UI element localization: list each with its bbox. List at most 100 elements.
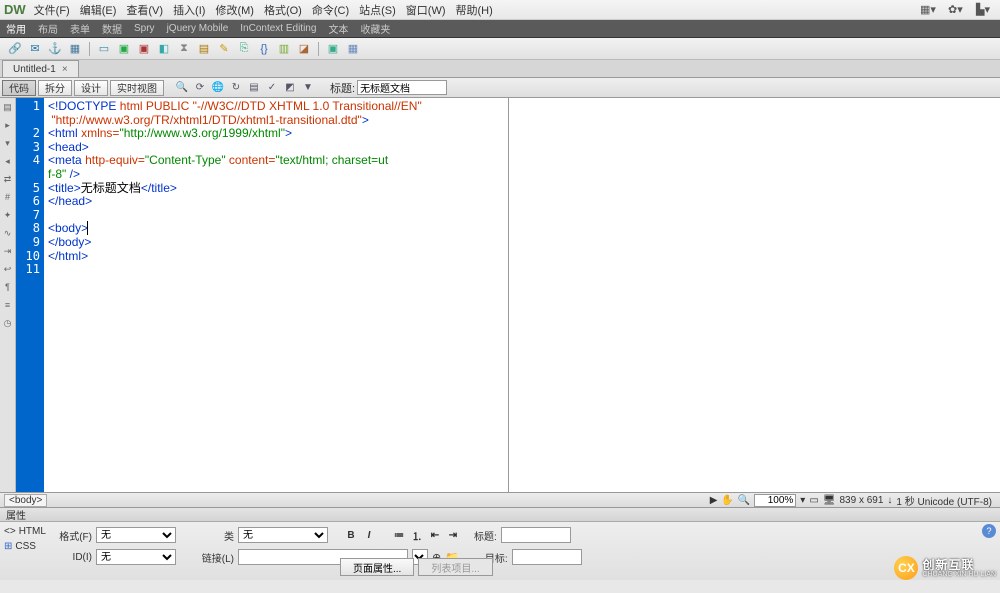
cat-layout[interactable]: 布局 [38,21,58,36]
hand-icon[interactable]: ✋ [721,495,733,506]
download-size-icon[interactable]: ↓ [887,495,892,506]
expand-icon[interactable]: ▾ [2,138,14,150]
css-icon: ⊞ [4,541,12,552]
window-size-icon[interactable]: ▭ [809,495,818,506]
id-select[interactable]: 无 [96,549,176,565]
balance-icon[interactable]: ⇄ [2,174,14,186]
collapse-icon[interactable]: ▸ [2,120,14,132]
page-title-input[interactable] [357,80,447,95]
div-icon[interactable]: ▭ [95,41,113,57]
outdent-icon[interactable]: ⇤ [428,528,442,542]
help-icon[interactable]: ? [982,524,996,538]
browser-icon[interactable]: 🌐 [210,80,226,96]
cat-spry[interactable]: Spry [134,23,155,34]
class-select[interactable]: 无 [238,527,328,543]
menu-help[interactable]: 帮助(H) [456,2,493,18]
email-icon[interactable]: ✉ [26,41,44,57]
app-logo: DW [4,2,26,17]
tag-crumb-body[interactable]: <body> [4,494,47,507]
file-mgmt-icon[interactable]: ▤ [246,80,262,96]
page-properties-button[interactable]: 页面属性... [340,558,414,576]
menu-modify[interactable]: 修改(M) [215,2,254,18]
menu-view[interactable]: 查看(V) [126,2,163,18]
properties-header[interactable]: 属性 [0,508,1000,522]
layout-picker-icon[interactable]: ▦▾ [920,3,934,16]
extend-icon[interactable]: ▙▾ [976,3,990,16]
word-wrap-icon[interactable]: ↩ [2,264,14,276]
view-split-button[interactable]: 拆分 [38,80,72,96]
menu-edit[interactable]: 编辑(E) [80,2,117,18]
close-icon[interactable]: × [62,64,68,75]
cat-forms[interactable]: 表单 [70,21,90,36]
visual-aids-icon[interactable]: ◩ [282,80,298,96]
template-icon[interactable]: ▥ [275,41,293,57]
tag-icon[interactable]: ◪ [295,41,313,57]
italic-icon[interactable]: I [362,528,376,542]
indent-icon[interactable]: ⇥ [446,528,460,542]
menu-insert[interactable]: 插入(I) [173,2,205,18]
comment-icon[interactable]: ✎ [215,41,233,57]
cat-ice[interactable]: InContext Editing [240,23,316,34]
menu-site[interactable]: 站点(S) [359,2,396,18]
cat-text[interactable]: 文本 [328,21,348,36]
screen-icon[interactable]: 🖥 [823,495,836,506]
zoom-input[interactable] [754,494,796,507]
auto-indent-icon[interactable]: ⇥ [2,246,14,258]
format-select[interactable]: 无 [96,527,176,543]
live-code-icon[interactable]: ⟳ [192,80,208,96]
open-docs-icon[interactable]: ▤ [2,102,14,114]
cat-common[interactable]: 常用 [6,21,26,36]
more-icon[interactable]: ▣ [324,41,342,57]
cat-jquery[interactable]: jQuery Mobile [167,23,229,34]
date-icon[interactable]: ⧗ [175,41,193,57]
menu-file[interactable]: 文件(F) [34,2,70,18]
cat-data[interactable]: 数据 [102,21,122,36]
ol-icon[interactable]: ⒈ [410,528,424,542]
watermark-cn: 创新互联 [922,559,996,571]
zoom-icon[interactable]: 🔍 [738,495,750,506]
menu-window[interactable]: 窗口(W) [406,2,446,18]
pointer-icon[interactable]: ▶ [710,495,718,506]
server-icon[interactable]: ▤ [195,41,213,57]
syntax-icon[interactable]: ∿ [2,228,14,240]
hidden-chars-icon[interactable]: ¶ [2,282,14,294]
recent-icon[interactable]: ◷ [2,318,14,330]
more2-icon[interactable]: ▦ [344,41,362,57]
menu-command[interactable]: 命令(C) [312,2,349,18]
image-icon[interactable]: ▣ [115,41,133,57]
view-design-button[interactable]: 设计 [74,80,108,96]
html-mode-button[interactable]: <>HTML [4,526,46,537]
encoding-text: 1 秒 Unicode (UTF-8) [896,493,992,508]
inspect-icon[interactable]: 🔍 [174,80,190,96]
hyperlink-icon[interactable]: 🔗 [6,41,24,57]
design-preview[interactable] [509,98,1000,492]
format-icon[interactable]: ≡ [2,300,14,312]
options-icon[interactable]: ▼ [300,80,316,96]
check-icon[interactable]: ✓ [264,80,280,96]
ul-icon[interactable]: ≔ [392,528,406,542]
zoom-dropdown-icon[interactable]: ▾ [800,495,805,506]
title2-input[interactable] [501,527,571,543]
code-content[interactable]: <!DOCTYPE html PUBLIC "-//W3C//DTD XHTML… [44,98,508,492]
line-num-icon[interactable]: # [2,192,14,204]
table-icon[interactable]: ▦ [66,41,84,57]
workspace-icon[interactable]: ✿▾ [948,3,962,16]
select-parent-icon[interactable]: ◂ [2,156,14,168]
bold-icon[interactable]: B [344,528,358,542]
cat-fav[interactable]: 收藏夹 [360,21,390,36]
anchor-icon[interactable]: ⚓ [46,41,64,57]
document-tab[interactable]: Untitled-1 × [2,60,79,77]
code-editor[interactable]: 1 2 3 4 5 6 7 8 9 10 11 <!DOCTYPE html P… [16,98,509,492]
widget-icon[interactable]: ◧ [155,41,173,57]
view-live-button[interactable]: 实时视图 [110,80,164,96]
view-code-button[interactable]: 代码 [2,80,36,96]
main-area: ▤ ▸ ▾ ◂ ⇄ # ✦ ∿ ⇥ ↩ ¶ ≡ ◷ 1 2 3 4 5 6 7 … [0,98,1000,492]
refresh-icon[interactable]: ↻ [228,80,244,96]
menu-format[interactable]: 格式(O) [264,2,302,18]
script-icon[interactable]: {} [255,41,273,57]
head-icon[interactable]: ⎘ [235,41,253,57]
target-input[interactable] [512,549,582,565]
highlight-icon[interactable]: ✦ [2,210,14,222]
media-icon[interactable]: ▣ [135,41,153,57]
css-mode-button[interactable]: ⊞CSS [4,541,46,552]
